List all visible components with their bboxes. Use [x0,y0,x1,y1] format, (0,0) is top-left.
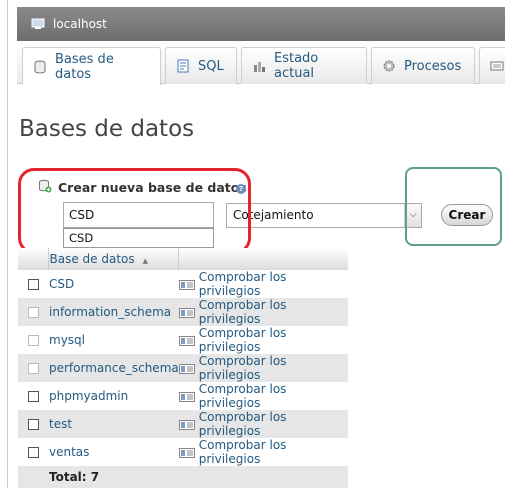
privileges-column-header [178,248,348,270]
database-icon [33,60,47,74]
database-name-link[interactable]: ventas [48,438,179,466]
page-title: Bases de datos [19,116,195,142]
database-column-header[interactable]: Base de datos ▲ [48,248,180,270]
tab-status[interactable]: Estado actual [241,47,367,84]
export-icon [490,59,504,73]
privileges-icon [178,335,195,346]
checkbox-column-header [18,248,49,270]
tab-sql[interactable]: SQL [165,47,237,84]
check-privileges-label: Comprobar los privilegios [198,382,287,410]
table-row: CSD Comprobar los privilegios [18,270,348,298]
row-checkbox [27,307,39,318]
check-privileges-label: Comprobar los privilegios [198,270,287,298]
database-name-link[interactable]: mysql [48,326,179,354]
row-checkbox [27,335,39,346]
tab-databases[interactable]: Bases de datos [22,47,161,85]
total-count: Total: 7 [48,466,179,488]
database-name-link[interactable]: performance_schema [48,354,179,382]
table-row: ventas Comprobar los privilegios [18,438,348,466]
annotation-green-highlight [405,167,502,246]
database-name-link[interactable]: test [48,410,179,438]
database-column-label: Base de datos [49,252,135,266]
annotation-red-highlight [18,168,251,254]
row-checkbox [27,363,39,374]
tab-sql-label: SQL [198,58,224,74]
table-row: performance_schema Comprobar los privile… [18,354,348,382]
row-checkbox[interactable] [27,419,39,430]
collation-select[interactable]: Cotejamiento ⌵ [226,203,422,228]
check-privileges-link[interactable]: Comprobar los privilegios [178,438,348,466]
top-tab-bar: Bases de datos SQL Estado actual Proceso… [17,41,505,85]
row-checkbox[interactable] [27,447,39,458]
tab-databases-label: Bases de datos [55,51,114,82]
check-privileges-label: Comprobar los privilegios [198,326,287,354]
table-row: phpmyadmin Comprobar los privilegios [18,382,348,410]
row-checkbox[interactable] [27,391,39,402]
sql-icon [176,59,190,73]
table-row: test Comprobar los privilegios [18,410,348,438]
left-frame-border [0,0,8,488]
check-privileges-label: Comprobar los privilegios [198,438,287,466]
row-checkbox[interactable] [27,279,39,290]
table-row: mysql Comprobar los privilegios [18,326,348,354]
privileges-icon [178,363,195,374]
check-privileges-link[interactable]: Comprobar los privilegios [178,410,348,438]
database-name-link[interactable]: phpmyadmin [48,382,179,410]
tab-processes-label: Procesos [404,58,462,74]
check-privileges-link[interactable]: Comprobar los privilegios [178,298,348,326]
check-privileges-link[interactable]: Comprobar los privilegios [178,354,348,382]
privileges-icon [178,447,195,458]
server-breadcrumb-bar: localhost [17,7,505,41]
privileges-icon [178,391,195,402]
privileges-icon [178,307,195,318]
check-privileges-label: Comprobar los privilegios [198,410,287,438]
server-title[interactable]: localhost [53,17,107,31]
gear-icon [382,59,396,73]
table-row: information_schema Comprobar los privile… [18,298,348,326]
database-name-link[interactable]: information_schema [48,298,179,326]
privileges-icon [178,419,195,430]
database-name-link[interactable]: CSD [48,270,179,298]
tab-processes[interactable]: Procesos [371,47,475,84]
check-privileges-link[interactable]: Comprobar los privilegios [178,382,348,410]
tab-more[interactable] [479,47,505,84]
server-icon [31,18,45,30]
privileges-icon [178,279,195,290]
check-privileges-link[interactable]: Comprobar los privilegios [178,270,348,298]
check-privileges-label: Comprobar los privilegios [198,354,287,382]
check-privileges-link[interactable]: Comprobar los privilegios [178,326,348,354]
tab-status-label: Estado actual [274,51,319,81]
status-icon [252,59,266,73]
databases-table: Base de datos ▲ CSD Comprobar los privile… [18,248,348,488]
check-privileges-label: Comprobar los privilegios [198,298,287,326]
table-total-row: Total: 7 [18,466,348,488]
sort-icon: ▲ [142,257,149,265]
